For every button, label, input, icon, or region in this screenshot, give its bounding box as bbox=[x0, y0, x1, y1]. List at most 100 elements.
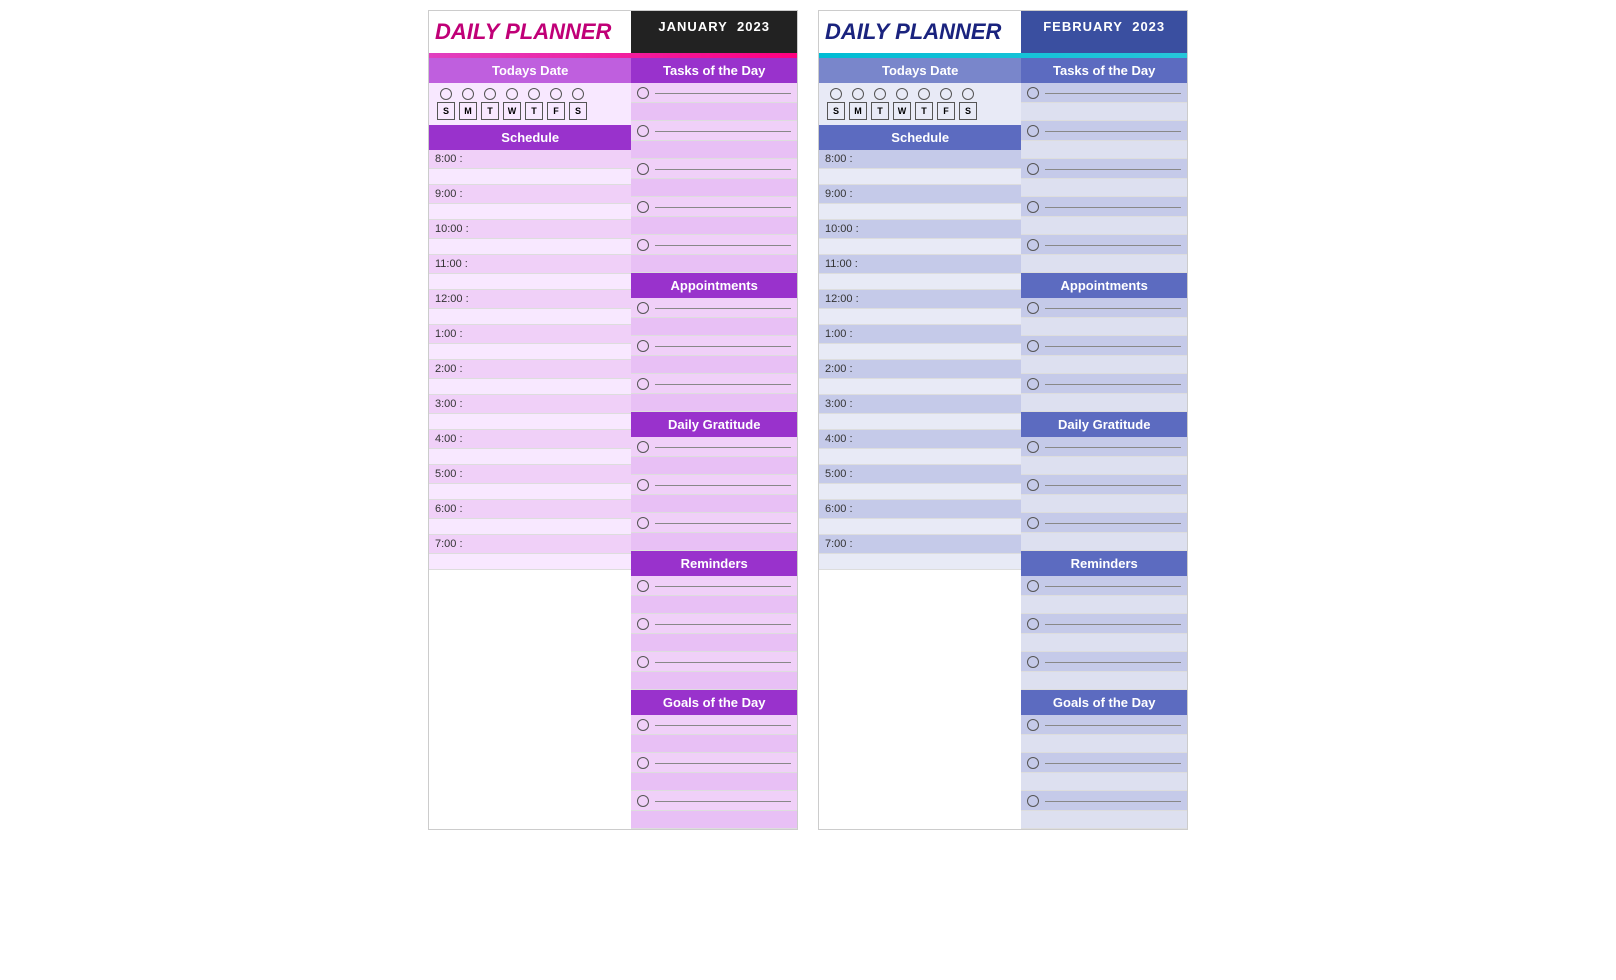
jan-goal-3b bbox=[631, 811, 797, 829]
jan-time-600-empty bbox=[429, 519, 631, 535]
feb-rem-3-checkbox[interactable] bbox=[1027, 656, 1039, 668]
jan-grat-2-checkbox[interactable] bbox=[637, 479, 649, 491]
feb-circle-T2[interactable] bbox=[918, 88, 930, 100]
feb-rem-1-checkbox[interactable] bbox=[1027, 580, 1039, 592]
jan-time-400: 4:00 : bbox=[429, 430, 631, 449]
feb-circle-F[interactable] bbox=[940, 88, 952, 100]
jan-task-5-checkbox[interactable] bbox=[637, 239, 649, 251]
feb-task-3-checkbox[interactable] bbox=[1027, 163, 1039, 175]
feb-circle-W[interactable] bbox=[896, 88, 908, 100]
feb-task-2b bbox=[1021, 141, 1187, 159]
jan-appt-3-checkbox[interactable] bbox=[637, 378, 649, 390]
feb-circle-M[interactable] bbox=[852, 88, 864, 100]
jan-box-M[interactable]: M bbox=[459, 102, 477, 120]
jan-goal-2-checkbox[interactable] bbox=[637, 757, 649, 769]
feb-box-T1[interactable]: T bbox=[871, 102, 889, 120]
jan-circle-T1[interactable] bbox=[484, 88, 496, 100]
feb-goal-3-checkbox[interactable] bbox=[1027, 795, 1039, 807]
jan-box-S1[interactable]: S bbox=[437, 102, 455, 120]
january-planner: DAILY PLANNER JANUARY 2023 Todays Date S… bbox=[428, 10, 798, 830]
jan-grat-3-checkbox[interactable] bbox=[637, 517, 649, 529]
jan-appt-2-checkbox[interactable] bbox=[637, 340, 649, 352]
jan-task-2-checkbox[interactable] bbox=[637, 125, 649, 137]
feb-appt-3-checkbox[interactable] bbox=[1027, 378, 1039, 390]
jan-box-T1[interactable]: T bbox=[481, 102, 499, 120]
feb-main-grid: Todays Date S M T W bbox=[819, 58, 1187, 829]
jan-circle-F[interactable] bbox=[550, 88, 562, 100]
feb-box-W[interactable]: W bbox=[893, 102, 911, 120]
feb-time-800-empty bbox=[819, 169, 1021, 185]
feb-circle-S2[interactable] bbox=[962, 88, 974, 100]
feb-goal-2-checkbox[interactable] bbox=[1027, 757, 1039, 769]
feb-task-1 bbox=[1021, 83, 1187, 103]
jan-time-200-empty bbox=[429, 379, 631, 395]
jan-rem-1-checkbox[interactable] bbox=[637, 580, 649, 592]
feb-appt-1-checkbox[interactable] bbox=[1027, 302, 1039, 314]
feb-task-5-checkbox[interactable] bbox=[1027, 239, 1039, 251]
feb-goal-1-checkbox[interactable] bbox=[1027, 719, 1039, 731]
feb-appt-1 bbox=[1021, 298, 1187, 318]
jan-time-700: 7:00 : bbox=[429, 535, 631, 554]
feb-circle-S1[interactable] bbox=[830, 88, 842, 100]
jan-day-T2: T bbox=[525, 88, 543, 120]
feb-time-500: 5:00 : bbox=[819, 465, 1021, 484]
jan-task-1-checkbox[interactable] bbox=[637, 87, 649, 99]
feb-time-1100-empty bbox=[819, 274, 1021, 290]
jan-box-S2[interactable]: S bbox=[569, 102, 587, 120]
feb-box-S1[interactable]: S bbox=[827, 102, 845, 120]
jan-box-T2[interactable]: T bbox=[525, 102, 543, 120]
jan-goal-1-line bbox=[655, 725, 791, 726]
feb-grat-3b bbox=[1021, 533, 1187, 551]
feb-appt-2-checkbox[interactable] bbox=[1027, 340, 1039, 352]
feb-task-1-checkbox[interactable] bbox=[1027, 87, 1039, 99]
jan-circle-M[interactable] bbox=[462, 88, 474, 100]
feb-goal-2b bbox=[1021, 773, 1187, 791]
jan-rem-2-checkbox[interactable] bbox=[637, 618, 649, 630]
feb-task-4-checkbox[interactable] bbox=[1027, 201, 1039, 213]
feb-appt-2-line bbox=[1045, 346, 1181, 347]
jan-time-1100-empty bbox=[429, 274, 631, 290]
jan-circle-T2[interactable] bbox=[528, 88, 540, 100]
jan-circle-S2[interactable] bbox=[572, 88, 584, 100]
feb-rem-2-checkbox[interactable] bbox=[1027, 618, 1039, 630]
jan-goal-1-checkbox[interactable] bbox=[637, 719, 649, 731]
jan-box-W[interactable]: W bbox=[503, 102, 521, 120]
jan-rem-2b bbox=[631, 634, 797, 652]
jan-grat-1-checkbox[interactable] bbox=[637, 441, 649, 453]
jan-task-1 bbox=[631, 83, 797, 103]
feb-box-S2[interactable]: S bbox=[959, 102, 977, 120]
jan-goal-2-line bbox=[655, 763, 791, 764]
feb-grat-2 bbox=[1021, 475, 1187, 495]
feb-rem-2 bbox=[1021, 614, 1187, 634]
jan-appt-1-checkbox[interactable] bbox=[637, 302, 649, 314]
jan-goal-3-checkbox[interactable] bbox=[637, 795, 649, 807]
jan-time-1000: 10:00 : bbox=[429, 220, 631, 239]
feb-grat-1-checkbox[interactable] bbox=[1027, 441, 1039, 453]
jan-time-1100: 11:00 : bbox=[429, 255, 631, 274]
jan-appt-1b bbox=[631, 318, 797, 336]
jan-task-2b bbox=[631, 141, 797, 159]
feb-circle-T1[interactable] bbox=[874, 88, 886, 100]
feb-box-T2[interactable]: T bbox=[915, 102, 933, 120]
feb-task-5 bbox=[1021, 235, 1187, 255]
feb-grat-3-checkbox[interactable] bbox=[1027, 517, 1039, 529]
jan-task-3-checkbox[interactable] bbox=[637, 163, 649, 175]
jan-box-F[interactable]: F bbox=[547, 102, 565, 120]
feb-grat-2-checkbox[interactable] bbox=[1027, 479, 1039, 491]
jan-circle-W[interactable] bbox=[506, 88, 518, 100]
feb-left-col: Todays Date S M T W bbox=[819, 58, 1021, 829]
jan-circle-S1[interactable] bbox=[440, 88, 452, 100]
feb-day-S1: S bbox=[827, 88, 845, 120]
feb-rem-2-line bbox=[1045, 624, 1181, 625]
feb-task-2-checkbox[interactable] bbox=[1027, 125, 1039, 137]
feb-rem-3-line bbox=[1045, 662, 1181, 663]
jan-rem-3-checkbox[interactable] bbox=[637, 656, 649, 668]
feb-days-row: S M T W T bbox=[819, 83, 1021, 125]
jan-task-4-checkbox[interactable] bbox=[637, 201, 649, 213]
feb-box-M[interactable]: M bbox=[849, 102, 867, 120]
jan-rem-2-line bbox=[655, 624, 791, 625]
jan-task-4-line bbox=[655, 207, 791, 208]
jan-right-col: Tasks of the Day bbox=[631, 58, 797, 829]
jan-time-100: 1:00 : bbox=[429, 325, 631, 344]
feb-box-F[interactable]: F bbox=[937, 102, 955, 120]
